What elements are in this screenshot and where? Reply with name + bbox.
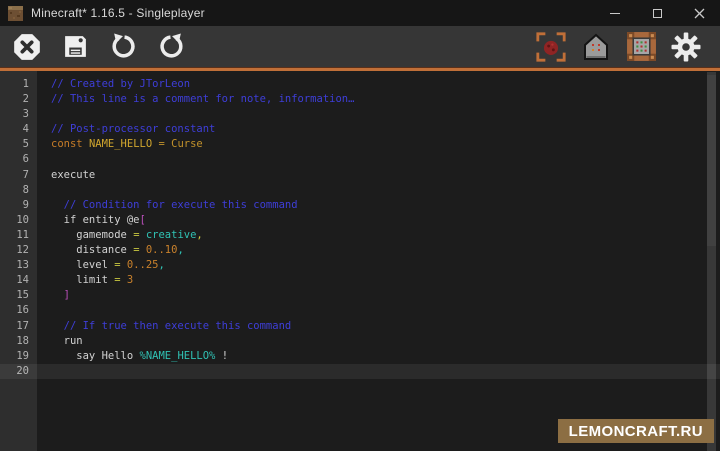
line-number: 3 — [0, 107, 37, 122]
title-bar: Minecraft* 1.16.5 - Singleplayer — [0, 0, 720, 26]
settings-button[interactable] — [670, 31, 702, 63]
vertical-scrollbar[interactable] — [707, 72, 716, 451]
code-line[interactable]: if entity @e[ — [51, 213, 706, 228]
redo-button[interactable] — [155, 31, 187, 63]
code-line[interactable] — [51, 364, 706, 379]
redo-icon — [158, 33, 185, 60]
toolbar-left-group — [11, 31, 187, 63]
code-line[interactable]: // Condition for execute this command — [51, 198, 706, 213]
code-line[interactable]: run — [51, 334, 706, 349]
code-line[interactable]: say Hello %NAME_HELLO% ! — [51, 349, 706, 364]
close-window-button[interactable] — [678, 0, 720, 26]
grass-block-icon — [8, 6, 23, 21]
code-line[interactable]: // This line is a comment for note, info… — [51, 92, 706, 107]
undo-icon — [110, 33, 137, 60]
line-number: 10 — [0, 213, 37, 228]
close-button[interactable] — [11, 31, 43, 63]
close-icon — [13, 33, 41, 61]
line-number: 4 — [0, 122, 37, 137]
code-line[interactable]: // Post-processor constant — [51, 122, 706, 137]
line-number: 9 — [0, 198, 37, 213]
code-line[interactable]: distance = 0..10, — [51, 243, 706, 258]
gear-icon — [671, 32, 701, 62]
home-icon — [582, 33, 610, 61]
code-line[interactable]: const NAME_HELLO = Curse — [51, 137, 706, 152]
line-number: 11 — [0, 228, 37, 243]
close-window-icon — [694, 8, 705, 19]
app-window: Minecraft* 1.16.5 - Singleplayer — [0, 0, 720, 451]
line-number: 1 — [0, 77, 37, 92]
line-number: 6 — [0, 152, 37, 167]
line-number-gutter: 1234567891011121314151617181920 — [0, 71, 37, 451]
toolbar-right-group — [535, 31, 702, 63]
save-icon — [62, 33, 89, 60]
code-line[interactable]: gamemode = creative, — [51, 228, 706, 243]
undo-button[interactable] — [107, 31, 139, 63]
line-number: 14 — [0, 273, 37, 288]
line-number: 13 — [0, 258, 37, 273]
line-number: 7 — [0, 168, 37, 183]
code-line[interactable] — [51, 183, 706, 198]
maximize-button[interactable] — [636, 0, 678, 26]
code-line[interactable]: level = 0..25, — [51, 258, 706, 273]
code-line[interactable]: limit = 3 — [51, 273, 706, 288]
watermark-text: LEMONCRAFT.RU — [569, 423, 703, 440]
code-lines[interactable]: // Created by JTorLeon// This line is a … — [37, 71, 706, 379]
minimize-icon — [610, 13, 620, 14]
code-line[interactable] — [51, 107, 706, 122]
code-editor: 1234567891011121314151617181920 // Creat… — [0, 71, 720, 451]
code-line[interactable] — [51, 152, 706, 167]
code-line[interactable]: // Created by JTorLeon — [51, 77, 706, 92]
redstone-icon — [535, 31, 567, 63]
toolbar — [0, 26, 720, 67]
line-number: 15 — [0, 288, 37, 303]
line-number: 18 — [0, 334, 37, 349]
minimize-button[interactable] — [594, 0, 636, 26]
code-line[interactable] — [51, 303, 706, 318]
home-button[interactable] — [580, 31, 612, 63]
line-number: 2 — [0, 92, 37, 107]
module-button[interactable] — [625, 31, 657, 63]
redstone-button[interactable] — [535, 31, 567, 63]
window-title: Minecraft* 1.16.5 - Singleplayer — [31, 6, 205, 20]
line-number: 19 — [0, 349, 37, 364]
scrollbar-thumb[interactable] — [707, 75, 716, 246]
line-number: 12 — [0, 243, 37, 258]
maximize-icon — [653, 9, 662, 18]
line-number: 20 — [0, 364, 37, 379]
code-line[interactable]: ] — [51, 288, 706, 303]
line-number: 5 — [0, 137, 37, 152]
line-number: 16 — [0, 303, 37, 318]
module-icon — [626, 31, 657, 62]
code-line[interactable]: // If true then execute this command — [51, 319, 706, 334]
code-line[interactable]: execute — [51, 168, 706, 183]
watermark-badge: LEMONCRAFT.RU — [558, 419, 714, 443]
line-number: 8 — [0, 183, 37, 198]
line-number: 17 — [0, 319, 37, 334]
save-button[interactable] — [59, 31, 91, 63]
